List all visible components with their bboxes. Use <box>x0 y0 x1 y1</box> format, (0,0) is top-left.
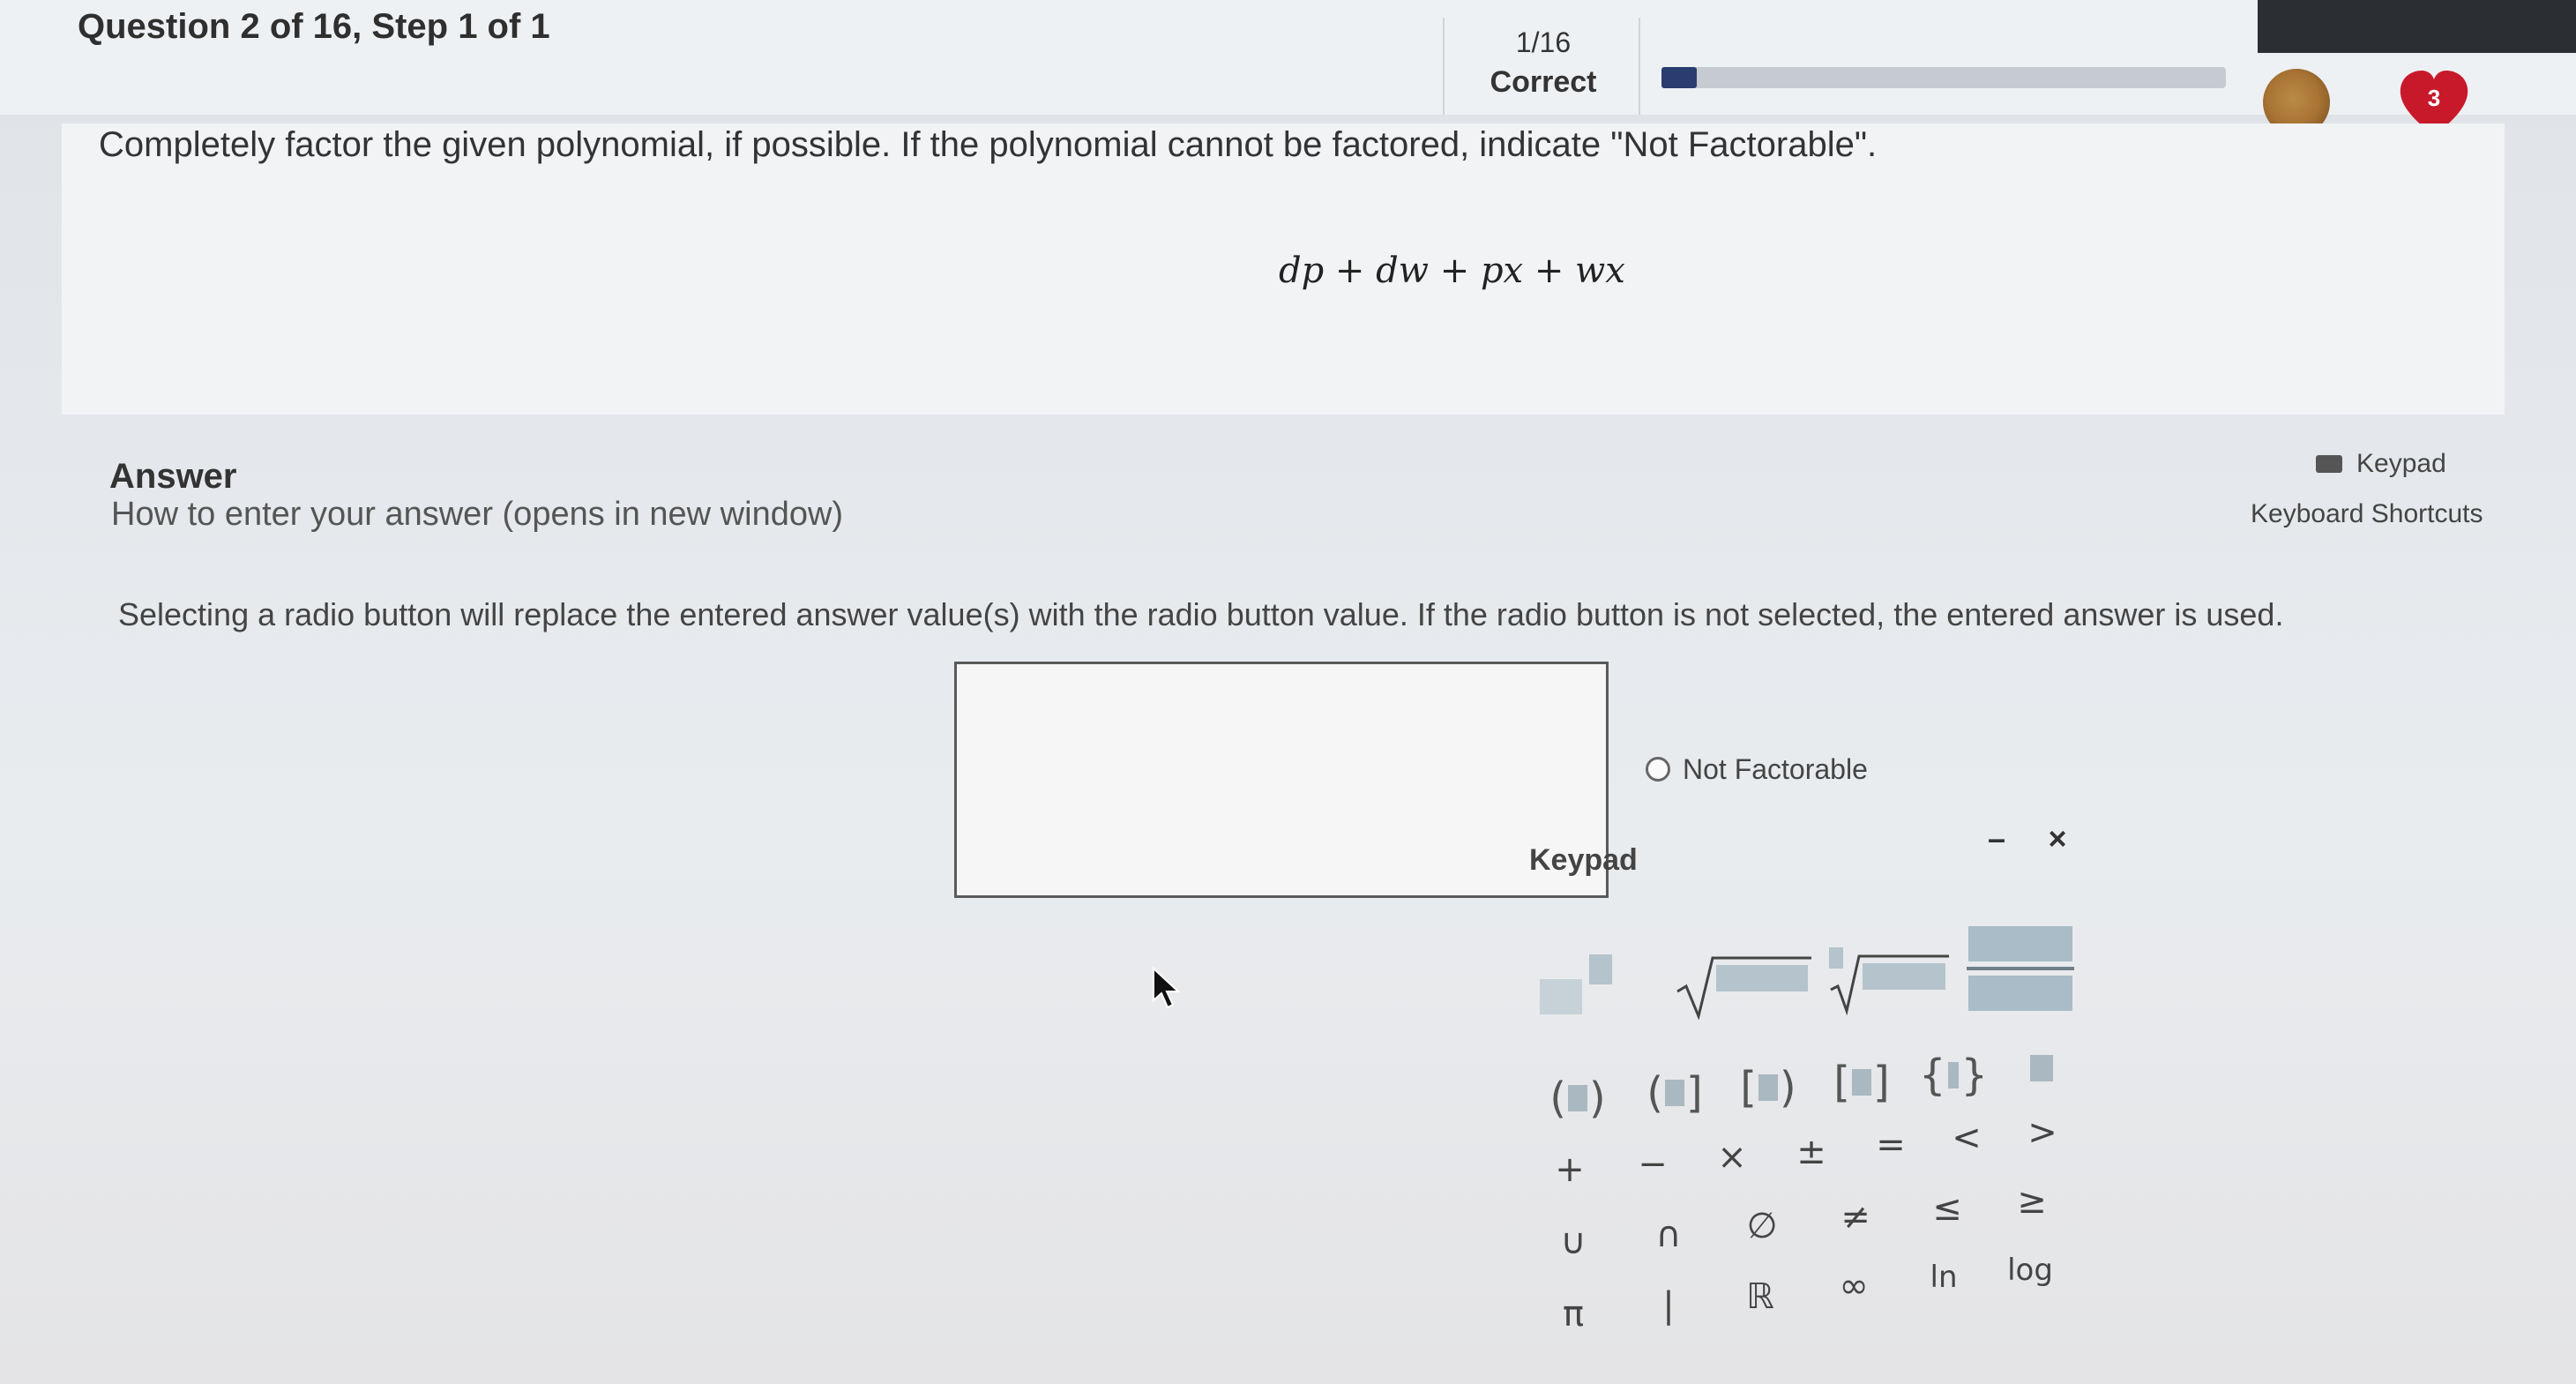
header-top-bar <box>2258 0 2576 53</box>
not-equal-key[interactable]: ≠ <box>1820 1191 1891 1244</box>
set-braces-key[interactable]: {} <box>1919 1044 1988 1106</box>
bracket-slot <box>1568 1085 1587 1111</box>
keypad-toggle-button[interactable]: Keypad <box>2316 438 2446 490</box>
not-factorable-radio[interactable] <box>1646 757 1670 782</box>
mouse-pointer-icon <box>1152 966 1182 1009</box>
answer-heading: Answer <box>109 457 237 496</box>
keypad-title: Keypad <box>1529 843 1638 877</box>
pipe-key[interactable]: | <box>1633 1279 1704 1332</box>
bracket-open-glyph: ( <box>1549 1074 1566 1123</box>
half-open-bracket-key[interactable]: (] <box>1640 1062 1709 1124</box>
exponent-power-slot <box>1589 954 1612 984</box>
bracket-slot <box>1758 1074 1778 1101</box>
times-key[interactable]: × <box>1697 1131 1767 1184</box>
help-link[interactable]: How to enter your answer (opens in new w… <box>111 496 843 534</box>
greater-equal-key[interactable]: ≥ <box>1997 1175 2067 1228</box>
keyboard-icon <box>2316 455 2342 473</box>
log-key[interactable]: log <box>1995 1244 2065 1297</box>
header-divider <box>1639 18 1640 115</box>
hearts-count: 3 <box>2427 85 2441 111</box>
not-factorable-label: Not Factorable <box>1683 752 1868 785</box>
fraction-numerator-slot <box>1968 926 2072 961</box>
question-prompt: Completely factor the given polynomial, … <box>99 125 1878 164</box>
not-factorable-option[interactable]: Not Factorable <box>1646 750 1868 789</box>
progress-bar <box>1661 67 2226 88</box>
bracket-close-glyph: ] <box>1873 1058 1890 1107</box>
minus-key[interactable]: − <box>1617 1138 1688 1191</box>
nth-root-key[interactable] <box>1826 940 1951 1016</box>
equals-key[interactable]: = <box>1855 1118 1926 1171</box>
radio-instructions: Selecting a radio button will replace th… <box>118 596 2284 632</box>
less-equal-key[interactable]: ≤ <box>1912 1182 1982 1235</box>
progress-bar-fill <box>1661 67 1697 88</box>
fraction-denominator-slot <box>1968 976 2072 1011</box>
header-divider <box>1443 18 1445 115</box>
square-root-icon <box>1676 956 1811 1021</box>
progress-count: 1/16 <box>1515 26 1572 58</box>
bracket-open-glyph: [ <box>1740 1063 1757 1112</box>
question-title: Question 2 of 16, Step 1 of 1 <box>78 7 550 46</box>
square-brackets-key[interactable]: [] <box>1827 1051 1896 1113</box>
fraction-key[interactable] <box>1967 926 2074 1011</box>
empty-set-key[interactable]: ∅ <box>1727 1200 1797 1253</box>
parentheses-key[interactable]: () <box>1543 1067 1612 1129</box>
pi-key[interactable]: π <box>1538 1288 1609 1341</box>
bracket-close-glyph: } <box>1960 1051 1988 1100</box>
bracket-slot <box>1947 1062 1960 1088</box>
intersection-key[interactable]: ∩ <box>1633 1208 1704 1261</box>
real-numbers-key[interactable]: ℝ <box>1725 1270 1796 1323</box>
bracket-close-glyph: ] <box>1686 1068 1703 1118</box>
bracket-open-glyph: [ <box>1833 1058 1850 1107</box>
square-root-key[interactable] <box>1672 944 1813 1021</box>
exponent-base-slot <box>1540 979 1582 1014</box>
polynomial-expression: dp + dw + px + wx <box>1279 251 1625 291</box>
absolute-value-key[interactable] <box>2020 1037 2064 1099</box>
bracket-slot <box>1665 1080 1684 1106</box>
plus-minus-key[interactable]: ± <box>1776 1126 1847 1178</box>
keyboard-shortcuts-link[interactable]: Keyboard Shortcuts <box>2251 499 2483 529</box>
keypad-toggle-label: Keypad <box>2356 449 2446 478</box>
greater-than-key[interactable]: > <box>2007 1106 2078 1159</box>
nth-root-icon <box>1829 947 1949 1016</box>
natural-log-key[interactable]: ln <box>1908 1251 1979 1304</box>
bracket-open-glyph: { <box>1919 1051 1946 1100</box>
absolute-value-slot <box>2030 1055 2053 1081</box>
answer-input[interactable] <box>954 662 1609 898</box>
half-closed-bracket-key[interactable]: [) <box>1734 1057 1803 1118</box>
keypad-minimize-button[interactable]: – <box>1984 820 2009 857</box>
bracket-close-glyph: ) <box>1780 1063 1796 1112</box>
bracket-open-glyph: ( <box>1646 1068 1663 1118</box>
plus-key[interactable]: + <box>1534 1143 1605 1196</box>
exponent-key[interactable] <box>1540 954 1612 1020</box>
bracket-close-glyph: ) <box>1589 1074 1606 1123</box>
bracket-slot <box>1852 1069 1871 1096</box>
union-key[interactable]: ∪ <box>1538 1216 1609 1268</box>
progress-status: Correct <box>1490 65 1597 99</box>
less-than-key[interactable]: < <box>1931 1111 2002 1164</box>
infinity-key[interactable]: ∞ <box>1818 1260 1889 1313</box>
fraction-bar <box>1967 967 2074 970</box>
keypad-close-button[interactable]: × <box>2044 820 2071 857</box>
